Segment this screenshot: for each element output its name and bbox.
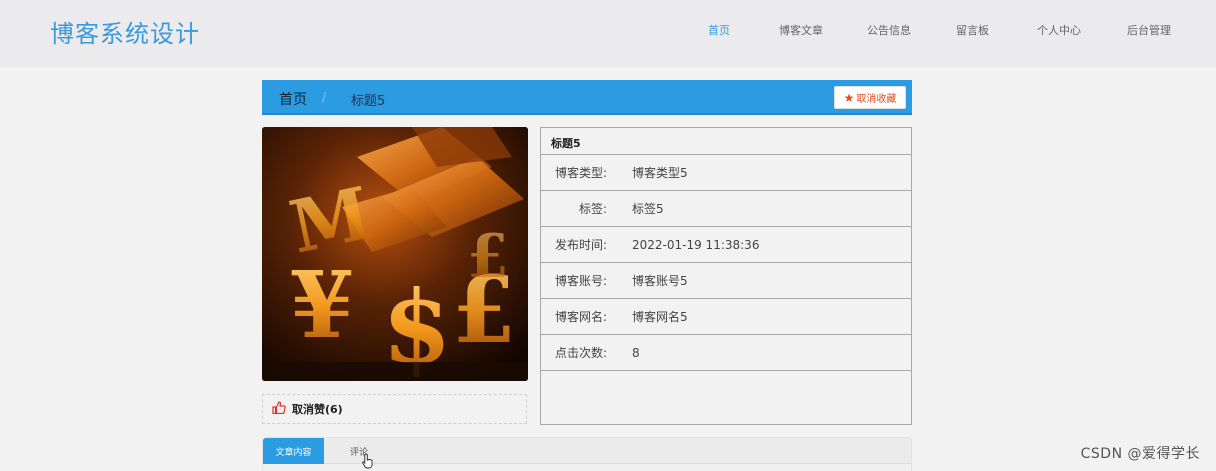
article-cover-image: M ¥ $ £ £ bbox=[262, 127, 528, 381]
unfavorite-label: 取消收藏 bbox=[856, 94, 897, 105]
article-info-table: 标题5 博客类型: 博客类型5 标签: 标签5 发布时间: 2022-01-19… bbox=[540, 127, 912, 425]
watermark: CSDN @爱得学长 bbox=[1080, 446, 1200, 462]
thumbs-up-icon bbox=[272, 401, 286, 417]
info-title: 标题5 bbox=[541, 128, 911, 155]
hand-cursor-icon bbox=[362, 453, 373, 469]
info-key: 博客类型: bbox=[554, 166, 607, 180]
info-row: 发布时间: 2022-01-19 11:38:36 bbox=[541, 227, 911, 263]
info-value: 博客账号5 bbox=[632, 274, 688, 288]
info-key: 标签: bbox=[578, 202, 607, 216]
breadcrumb-home[interactable]: 首页 bbox=[279, 89, 307, 109]
nav-blog-articles[interactable]: 博客文章 bbox=[779, 22, 823, 38]
unfavorite-button[interactable]: ★ 取消收藏 bbox=[834, 86, 906, 109]
info-value: 标签5 bbox=[632, 202, 664, 216]
breadcrumb-separator: / bbox=[322, 90, 327, 104]
svg-text:£: £ bbox=[467, 222, 509, 292]
nav-message-board[interactable]: 留言板 bbox=[956, 22, 989, 38]
info-value: 博客类型5 bbox=[632, 166, 688, 180]
info-row: 博客账号: 博客账号5 bbox=[541, 263, 911, 299]
unlike-label: 取消赞(6) bbox=[292, 403, 343, 416]
info-value: 博客网名5 bbox=[632, 310, 688, 324]
svg-text:¥: ¥ bbox=[290, 251, 354, 359]
currency-symbols-image: M ¥ $ £ £ bbox=[262, 127, 528, 381]
tabs-header: 文章内容 评论 bbox=[263, 438, 911, 464]
tab-article-content[interactable]: 文章内容 bbox=[263, 438, 324, 464]
star-icon: ★ bbox=[843, 90, 855, 105]
info-value: 2022-01-19 11:38:36 bbox=[632, 237, 760, 252]
breadcrumb-current: 标题5 bbox=[351, 94, 386, 109]
info-value: 8 bbox=[632, 345, 640, 360]
info-key: 点击次数: bbox=[554, 346, 607, 360]
info-row: 点击次数: 8 bbox=[541, 335, 911, 371]
info-row: 博客类型: 博客类型5 bbox=[541, 155, 911, 191]
nav-personal-center[interactable]: 个人中心 bbox=[1037, 22, 1081, 38]
tab-comments[interactable]: 评论 bbox=[335, 438, 383, 464]
breadcrumb: 首页 / 标题5 ★ 取消收藏 bbox=[262, 80, 912, 115]
info-row: 博客网名: 博客网名5 bbox=[541, 299, 911, 335]
info-key: 博客网名: bbox=[554, 310, 607, 324]
nav-announcements[interactable]: 公告信息 bbox=[867, 22, 911, 38]
top-header: 博客系统设计 首页 博客文章 公告信息 留言板 个人中心 后台管理 bbox=[0, 0, 1216, 67]
info-row: 标签: 标签5 bbox=[541, 191, 911, 227]
main-nav: 首页 博客文章 公告信息 留言板 个人中心 后台管理 bbox=[0, 22, 1216, 38]
info-key: 博客账号: bbox=[554, 274, 607, 288]
content-tabs: 文章内容 评论 bbox=[262, 437, 912, 471]
nav-home[interactable]: 首页 bbox=[708, 22, 730, 38]
info-key: 发布时间: bbox=[554, 238, 607, 252]
unlike-button[interactable]: 取消赞(6) bbox=[262, 394, 527, 424]
nav-admin[interactable]: 后台管理 bbox=[1127, 22, 1171, 38]
